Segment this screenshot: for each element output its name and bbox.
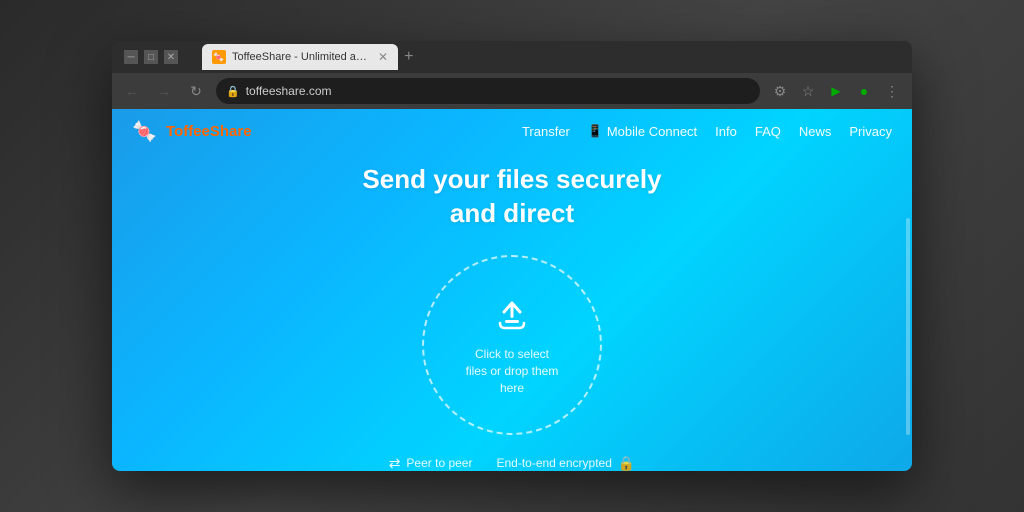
- url-text: toffeeshare.com: [246, 84, 332, 98]
- browser-tab-active[interactable]: 🍬 ToffeeShare - Unlimited and sec... ✕: [202, 44, 398, 70]
- feature-peer-to-peer-label: Peer to peer: [406, 456, 472, 470]
- lock-icon: 🔒: [618, 455, 635, 471]
- phone-icon: 📱: [588, 124, 603, 138]
- window-controls: ─ □ ✕: [124, 50, 178, 64]
- maximize-button[interactable]: □: [144, 50, 158, 64]
- forward-button[interactable]: →: [152, 79, 176, 103]
- upload-zone[interactable]: Click to select files or drop them here: [422, 255, 602, 435]
- title-bar: ─ □ ✕ 🍬 ToffeeShare - Unlimited and sec.…: [112, 41, 912, 73]
- site-nav: Transfer 📱 Mobile Connect Info FAQ News …: [522, 124, 892, 139]
- profile-button[interactable]: ●: [852, 79, 876, 103]
- peer-to-peer-icon: ⇄: [389, 455, 401, 471]
- browser-window: ─ □ ✕ 🍬 ToffeeShare - Unlimited and sec.…: [112, 41, 912, 471]
- tab-bar: 🍬 ToffeeShare - Unlimited and sec... ✕ +: [194, 44, 427, 70]
- upload-text: Click to select files or drop them here: [466, 346, 559, 396]
- scroll-indicator[interactable]: [906, 218, 910, 435]
- tab-favicon: 🍬: [212, 50, 226, 64]
- browser-chrome: ─ □ ✕ 🍬 ToffeeShare - Unlimited and sec.…: [112, 41, 912, 109]
- tab-close-button[interactable]: ✕: [378, 50, 388, 64]
- close-button[interactable]: ✕: [164, 50, 178, 64]
- hero-title: Send your files securely and direct: [362, 163, 661, 231]
- nav-item-faq[interactable]: FAQ: [755, 124, 781, 139]
- desktop: ─ □ ✕ 🍬 ToffeeShare - Unlimited and sec.…: [0, 0, 1024, 512]
- extension-button[interactable]: ▶: [824, 79, 848, 103]
- lock-icon: 🔒: [226, 85, 240, 98]
- address-bar-settings-button[interactable]: ⚙: [768, 79, 792, 103]
- nav-mobile-connect-label: Mobile Connect: [607, 124, 697, 139]
- upload-icon: [490, 292, 534, 336]
- features-row: ⇄ Peer to peer End-to-end encrypted 🔒: [389, 455, 636, 471]
- minimize-button[interactable]: ─: [124, 50, 138, 64]
- logo-icon: 🍬: [132, 121, 160, 141]
- nav-item-transfer[interactable]: Transfer: [522, 124, 570, 139]
- nav-item-news[interactable]: News: [799, 124, 832, 139]
- nav-item-privacy[interactable]: Privacy: [849, 124, 892, 139]
- back-button[interactable]: ←: [120, 79, 144, 103]
- hero-title-line1: Send your files securely: [362, 164, 661, 194]
- website-content: 🍬 ToffeeShare Transfer 📱 Mobile Connect …: [112, 109, 912, 471]
- reload-button[interactable]: ↻: [184, 79, 208, 103]
- feature-encrypted-label: End-to-end encrypted: [496, 456, 611, 470]
- logo-text: ToffeeShare: [166, 123, 252, 140]
- hero-title-line2: and direct: [450, 198, 574, 228]
- browser-actions: ⚙ ☆ ▶ ● ⋮: [768, 79, 904, 103]
- feature-encrypted: End-to-end encrypted 🔒: [496, 455, 635, 471]
- site-main: Send your files securely and direct Clic…: [112, 153, 912, 471]
- logo-area: 🍬 ToffeeShare: [132, 121, 252, 141]
- new-tab-button[interactable]: +: [398, 44, 419, 70]
- site-header: 🍬 ToffeeShare Transfer 📱 Mobile Connect …: [112, 109, 912, 153]
- tab-title: ToffeeShare - Unlimited and sec...: [232, 51, 372, 63]
- bookmark-button[interactable]: ☆: [796, 79, 820, 103]
- feature-peer-to-peer: ⇄ Peer to peer: [389, 455, 473, 471]
- url-bar[interactable]: 🔒 toffeeshare.com: [216, 78, 760, 104]
- address-bar: ← → ↻ 🔒 toffeeshare.com ⚙ ☆ ▶ ● ⋮: [112, 73, 912, 109]
- nav-item-mobile-connect[interactable]: 📱 Mobile Connect: [588, 124, 697, 139]
- browser-menu-button[interactable]: ⋮: [880, 79, 904, 103]
- nav-item-info[interactable]: Info: [715, 124, 737, 139]
